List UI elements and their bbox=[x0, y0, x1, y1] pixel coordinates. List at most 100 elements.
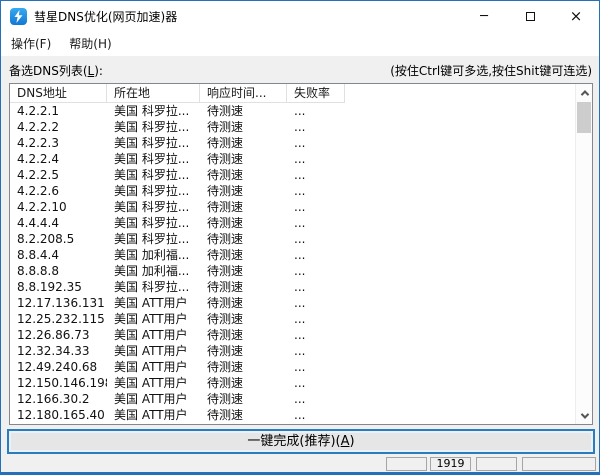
app-window: 彗星DNS优化(网页加速)器 ─ × 操作(F) 帮助(H) 备选DNS列表(L… bbox=[0, 0, 600, 475]
table-row[interactable]: 4.2.2.2美国 科罗拉...待测速... bbox=[10, 119, 575, 135]
table-row[interactable]: 12.166.30.2美国 ATT用户待测速... bbox=[10, 391, 575, 407]
cell-location: 美国 科罗拉... bbox=[107, 199, 200, 215]
cell-fail_rate: ... bbox=[287, 215, 345, 231]
scrollbar-thumb[interactable] bbox=[577, 102, 591, 133]
cell-response: 待测速 bbox=[200, 327, 287, 343]
close-icon: × bbox=[570, 9, 583, 24]
table-row[interactable]: 4.2.2.4美国 科罗拉...待测速... bbox=[10, 151, 575, 167]
dns-list-label-pre: 备选DNS列表( bbox=[9, 64, 88, 78]
cell-location: 美国 科罗拉... bbox=[107, 167, 200, 183]
cell-response: 待测速 bbox=[200, 247, 287, 263]
maximize-button[interactable] bbox=[507, 1, 553, 31]
cell-fail_rate: ... bbox=[287, 375, 345, 391]
table-row[interactable]: 4.4.4.4美国 科罗拉...待测速... bbox=[10, 215, 575, 231]
scroll-down-button[interactable] bbox=[576, 407, 593, 424]
menu-item-help[interactable]: 帮助(H) bbox=[60, 31, 120, 56]
cell-address: 12.32.34.33 bbox=[10, 343, 107, 359]
cell-address: 4.2.2.5 bbox=[10, 167, 107, 183]
table-row[interactable]: 12.32.34.33美国 ATT用户待测速... bbox=[10, 343, 575, 359]
table-row[interactable]: 12.25.232.115美国 ATT用户待测速... bbox=[10, 311, 575, 327]
cell-address: 4.2.2.6 bbox=[10, 183, 107, 199]
status-panel-3 bbox=[476, 457, 517, 471]
table-row[interactable]: 4.2.2.6美国 科罗拉...待测速... bbox=[10, 183, 575, 199]
cell-response: 待测速 bbox=[200, 279, 287, 295]
table-row[interactable]: 12.181.181.98美国 ATT用户待测速... bbox=[10, 423, 575, 424]
vertical-scrollbar[interactable] bbox=[575, 84, 592, 424]
cell-location: 美国 加利福... bbox=[107, 247, 200, 263]
cell-fail_rate: ... bbox=[287, 183, 345, 199]
cell-address: 8.8.4.4 bbox=[10, 247, 107, 263]
table-row[interactable]: 8.8.192.35美国 科罗拉...待测速... bbox=[10, 279, 575, 295]
cell-address: 12.166.30.2 bbox=[10, 391, 107, 407]
chevron-down-icon bbox=[580, 410, 588, 418]
list-label-row: 备选DNS列表(L): (按住Ctrl键可多选,按住Shit键可连选) bbox=[1, 56, 599, 83]
cell-location: 美国 ATT用户 bbox=[107, 327, 200, 343]
table-row[interactable]: 4.2.2.10美国 科罗拉...待测速... bbox=[10, 199, 575, 215]
cell-location: 美国 ATT用户 bbox=[107, 407, 200, 423]
cell-fail_rate: ... bbox=[287, 343, 345, 359]
status-panel-count: 1919 bbox=[430, 457, 471, 471]
table-row[interactable]: 12.180.165.40美国 ATT用户待测速... bbox=[10, 407, 575, 423]
cell-fail_rate: ... bbox=[287, 423, 345, 424]
cell-response: 待测速 bbox=[200, 103, 287, 119]
column-header-fail-rate[interactable]: 失败率 bbox=[287, 84, 345, 103]
cell-response: 待测速 bbox=[200, 151, 287, 167]
cell-location: 美国 ATT用户 bbox=[107, 359, 200, 375]
app-icon bbox=[10, 8, 27, 25]
close-button[interactable]: × bbox=[553, 1, 599, 31]
cell-fail_rate: ... bbox=[287, 247, 345, 263]
cell-address: 4.2.2.1 bbox=[10, 103, 107, 119]
cell-fail_rate: ... bbox=[287, 119, 345, 135]
column-header-location[interactable]: 所在地 bbox=[107, 84, 200, 103]
minimize-icon: ─ bbox=[480, 9, 488, 24]
table-row[interactable]: 8.8.8.8美国 加利福...待测速... bbox=[10, 263, 575, 279]
column-header-response-time[interactable]: 响应时间... bbox=[200, 84, 287, 103]
cell-response: 待测速 bbox=[200, 215, 287, 231]
status-panel-1 bbox=[386, 457, 427, 471]
menu-item-operation[interactable]: 操作(F) bbox=[2, 31, 60, 56]
cell-location: 美国 ATT用户 bbox=[107, 311, 200, 327]
table-row[interactable]: 12.26.86.73美国 ATT用户待测速... bbox=[10, 327, 575, 343]
cell-response: 待测速 bbox=[200, 359, 287, 375]
cell-fail_rate: ... bbox=[287, 311, 345, 327]
cell-fail_rate: ... bbox=[287, 295, 345, 311]
cell-address: 12.17.136.131 bbox=[10, 295, 107, 311]
cell-fail_rate: ... bbox=[287, 279, 345, 295]
table-row[interactable]: 4.2.2.3美国 科罗拉...待测速... bbox=[10, 135, 575, 151]
cell-response: 待测速 bbox=[200, 343, 287, 359]
table-header: DNS地址 所在地 响应时间... 失败率 bbox=[10, 84, 592, 103]
cell-address: 12.150.146.198 bbox=[10, 375, 107, 391]
cell-response: 待测速 bbox=[200, 375, 287, 391]
cell-response: 待测速 bbox=[200, 119, 287, 135]
table-row[interactable]: 12.150.146.198美国 ATT用户待测速... bbox=[10, 375, 575, 391]
table-row[interactable]: 4.2.2.1美国 科罗拉...待测速... bbox=[10, 103, 575, 119]
cell-location: 美国 加利福... bbox=[107, 263, 200, 279]
table-row[interactable]: 12.17.136.131美国 ATT用户待测速... bbox=[10, 295, 575, 311]
table-row[interactable]: 8.8.4.4美国 加利福...待测速... bbox=[10, 247, 575, 263]
cell-address: 12.181.181.98 bbox=[10, 423, 107, 424]
cell-address: 4.2.2.2 bbox=[10, 119, 107, 135]
chevron-up-icon bbox=[580, 90, 588, 98]
cell-response: 待测速 bbox=[200, 295, 287, 311]
minimize-button[interactable]: ─ bbox=[461, 1, 507, 31]
table-row[interactable]: 4.2.2.5美国 科罗拉...待测速... bbox=[10, 167, 575, 183]
status-panel-4 bbox=[522, 457, 596, 471]
selection-hint: (按住Ctrl键可多选,按住Shit键可连选) bbox=[390, 62, 592, 79]
cell-address: 4.2.2.3 bbox=[10, 135, 107, 151]
table-row[interactable]: 8.2.208.5美国 科罗拉...待测速... bbox=[10, 231, 575, 247]
one-click-finish-button[interactable]: 一键完成(推荐)(A) bbox=[7, 429, 595, 454]
cell-location: 美国 ATT用户 bbox=[107, 343, 200, 359]
cell-location: 美国 ATT用户 bbox=[107, 391, 200, 407]
column-header-dns-address[interactable]: DNS地址 bbox=[10, 84, 107, 103]
cell-location: 美国 科罗拉... bbox=[107, 119, 200, 135]
scroll-up-button[interactable] bbox=[576, 84, 593, 101]
window-controls: ─ × bbox=[461, 1, 599, 31]
cell-response: 待测速 bbox=[200, 423, 287, 424]
cell-address: 4.2.2.4 bbox=[10, 151, 107, 167]
cell-location: 美国 科罗拉... bbox=[107, 215, 200, 231]
cell-fail_rate: ... bbox=[287, 359, 345, 375]
maximize-icon bbox=[526, 12, 535, 21]
table-row[interactable]: 12.49.240.68美国 ATT用户待测速... bbox=[10, 359, 575, 375]
cell-address: 12.49.240.68 bbox=[10, 359, 107, 375]
cell-location: 美国 科罗拉... bbox=[107, 183, 200, 199]
